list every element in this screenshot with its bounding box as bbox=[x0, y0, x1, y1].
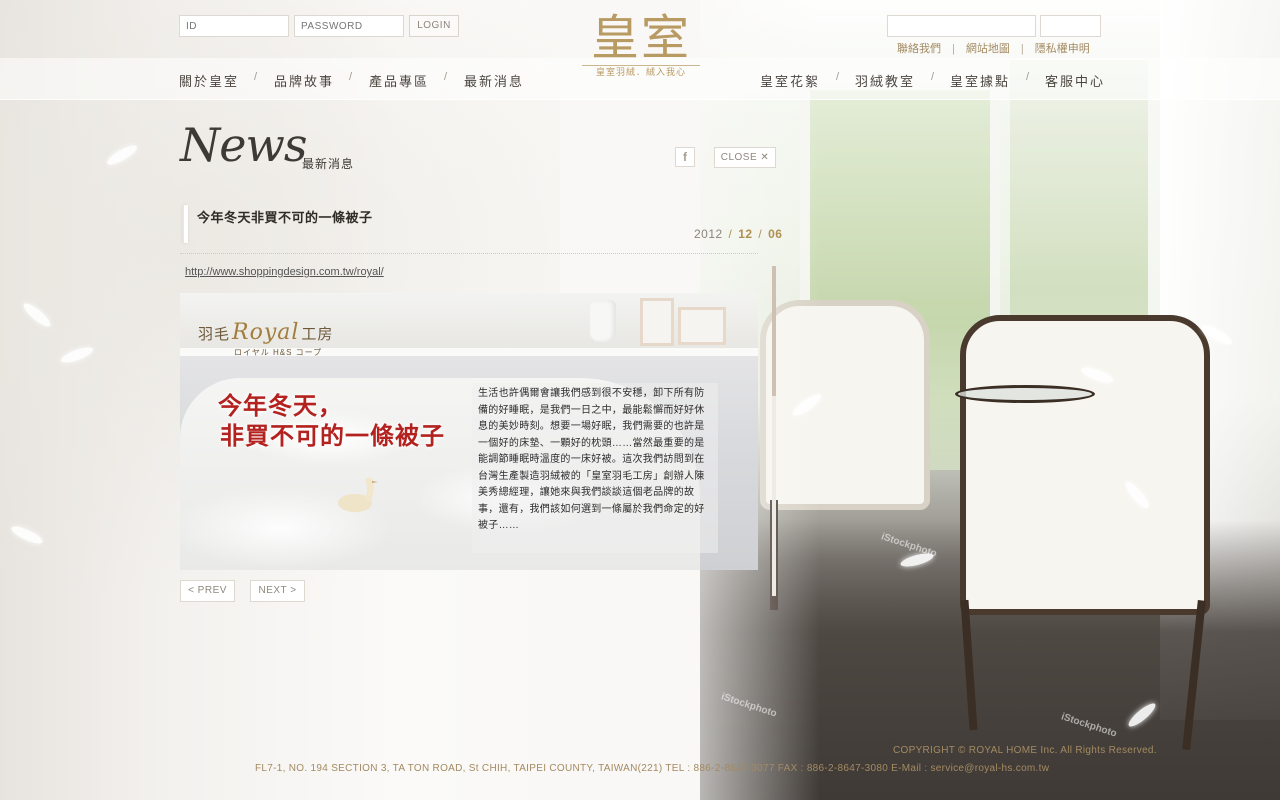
article-banner-image: 羽毛Royal 工房 ロイヤル H&S コープ 今年冬天， 非買不可的一條被子 生… bbox=[180, 293, 758, 570]
nav-item-about[interactable]: 關於皇室 bbox=[179, 71, 239, 90]
contact-link[interactable]: 聯絡我們 bbox=[897, 43, 941, 55]
article-title: 今年冬天非買不可的一條被子 bbox=[197, 210, 373, 225]
nav-separator: / bbox=[836, 71, 840, 83]
footer-address: FL7-1, NO. 194 SECTION 3, TA TON ROAD, S… bbox=[255, 763, 1050, 774]
nav-separator: / bbox=[349, 71, 353, 83]
facebook-share-button[interactable]: f bbox=[675, 147, 695, 167]
nav-item-news[interactable]: 最新消息 bbox=[464, 71, 524, 90]
logo-mark: 皇室 bbox=[590, 10, 691, 66]
nav-separator: / bbox=[931, 71, 935, 83]
logo-tagline: 皇室羽絨．絨入我心 bbox=[595, 67, 686, 77]
nav-item-products[interactable]: 產品專區 bbox=[369, 71, 429, 90]
banner-brand-japanese: ロイヤル H&S コープ bbox=[234, 348, 323, 357]
section-subtitle: 最新消息 bbox=[302, 157, 355, 171]
prev-button[interactable]: < PREV bbox=[180, 580, 235, 602]
banner-brand-left: 羽毛 bbox=[198, 325, 231, 343]
banner-frame bbox=[678, 307, 726, 345]
nav-item-customer-service[interactable]: 客服中心 bbox=[1045, 71, 1105, 90]
id-input[interactable] bbox=[179, 15, 289, 37]
article-link[interactable]: http://www.shoppingdesign.com.tw/royal/ bbox=[185, 266, 384, 278]
background-chair bbox=[960, 315, 1210, 615]
banner-frame bbox=[640, 298, 674, 346]
nav-separator: / bbox=[254, 71, 258, 83]
banner-brand-script: Royal bbox=[232, 320, 300, 345]
sitemap-link[interactable]: 網站地圖 bbox=[966, 43, 1010, 55]
section-title: News bbox=[180, 118, 307, 172]
utility-links: 聯絡我們 | 網站地圖 | 隱私權申明 bbox=[897, 40, 1090, 56]
date-separator: / bbox=[724, 227, 737, 241]
nav-item-down-classroom[interactable]: 羽絨教室 bbox=[855, 71, 915, 90]
nav-item-highlights[interactable]: 皇室花絮 bbox=[760, 71, 820, 90]
footer-copyright: COPYRIGHT © ROYAL HOME Inc. All Rights R… bbox=[893, 745, 1157, 756]
article-date: 2012 / 12 / 06 bbox=[694, 227, 782, 241]
nav-separator: / bbox=[1026, 71, 1030, 83]
next-button[interactable]: NEXT > bbox=[250, 580, 305, 602]
nav-item-brand-story[interactable]: 品牌故事 bbox=[274, 71, 334, 90]
password-input[interactable] bbox=[294, 15, 404, 37]
banner-brand-right: 工房 bbox=[301, 325, 334, 343]
separator: | bbox=[952, 43, 955, 55]
banner-body-text: 生活也許偶爾會讓我們感到很不安穩，卸下所有防備的好睡眠，是我們一日之中，最能鬆懈… bbox=[478, 388, 705, 531]
banner-brand: 羽毛Royal 工房 bbox=[198, 320, 333, 345]
search-input[interactable] bbox=[887, 15, 1036, 37]
separator: | bbox=[1020, 43, 1024, 55]
duck-figurine bbox=[338, 477, 378, 512]
logo[interactable]: 皇室 皇室羽絨．絨入我心 bbox=[582, 10, 700, 78]
logo-underline bbox=[582, 65, 700, 66]
privacy-link[interactable]: 隱私權申明 bbox=[1035, 43, 1090, 55]
date-separator: / bbox=[754, 227, 767, 241]
date-year: 2012 bbox=[694, 227, 723, 241]
scrollbar-thumb[interactable] bbox=[772, 266, 776, 396]
secondary-input[interactable] bbox=[1040, 15, 1101, 37]
facebook-icon: f bbox=[683, 150, 687, 164]
nav-item-locations[interactable]: 皇室據點 bbox=[950, 71, 1010, 90]
login-button[interactable]: LOGIN bbox=[409, 15, 459, 37]
banner-headline-line2: 非買不可的一條被子 bbox=[220, 421, 445, 450]
title-accent-bar bbox=[182, 205, 188, 243]
banner-headline: 今年冬天， 非買不可的一條被子 bbox=[218, 391, 445, 451]
banner-vase bbox=[590, 300, 616, 342]
date-month: 12 bbox=[738, 227, 753, 241]
date-day: 06 bbox=[768, 227, 783, 241]
divider bbox=[180, 253, 758, 254]
close-button[interactable]: CLOSE ✕ bbox=[714, 147, 776, 168]
nav-separator: / bbox=[444, 71, 448, 83]
banner-headline-line1: 今年冬天， bbox=[218, 391, 343, 420]
background-table bbox=[955, 385, 1095, 403]
